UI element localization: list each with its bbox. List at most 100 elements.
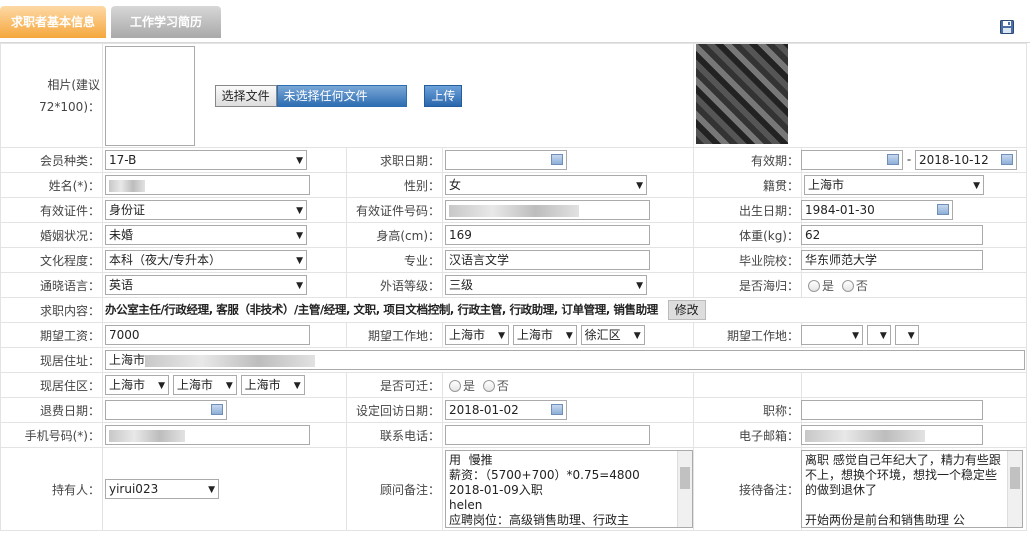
weight-label: 体重(kg)：	[693, 222, 802, 248]
lang-level-label: 外语等级：	[346, 272, 443, 298]
birth-label: 出生日期：	[693, 197, 802, 223]
tab-basic-info[interactable]: 求职者基本信息	[0, 6, 106, 38]
lang-level-select[interactable]: 三级	[445, 275, 647, 295]
phone-input[interactable]	[445, 425, 650, 445]
file-name-text: 未选择任何文件	[276, 84, 407, 107]
reception-note-scrollbar[interactable]	[1007, 451, 1022, 527]
candidate-form: 相片(建议72*100)： 选择文件 未选择任何文件 上传 会员种类： 17-B …	[0, 43, 1027, 531]
choose-file-button[interactable]: 选择文件	[214, 84, 277, 107]
education-label: 文化程度：	[0, 247, 103, 273]
district-city-select[interactable]: 上海市	[172, 375, 237, 395]
refund-date-input[interactable]	[105, 400, 227, 420]
district-label: 现居住区：	[0, 372, 103, 398]
work-place2-city-select[interactable]	[801, 325, 863, 345]
valid-period-dash: -	[906, 152, 912, 167]
major-label: 专业：	[346, 247, 443, 273]
row-language: 通晓语言： 英语 外语等级： 三级 是否海归： 是 否	[0, 272, 1027, 298]
district-area-select[interactable]: 上海市	[240, 375, 305, 395]
upload-button[interactable]: 上传	[424, 84, 463, 107]
consultant-note-textarea[interactable]: 用 慢推 薪资：（5700+700）*0.75=4800 2018-01-09入…	[445, 450, 693, 528]
revisit-date-label: 设定回访日期：	[346, 397, 443, 423]
photo-label: 相片(建议72*100)：	[0, 43, 103, 148]
overseas-yes-radio[interactable]	[808, 280, 820, 292]
photo-preview-empty	[105, 45, 195, 146]
overseas-yes-text: 是	[822, 278, 835, 293]
native-label: 籍贯：	[693, 172, 802, 198]
reception-note-text: 离职 感觉自己年纪大了，精力有些跟不上，想换个环境，想找一个稳定些的做到退休了 …	[805, 453, 1001, 527]
school-input[interactable]: 华东师范大学	[801, 250, 983, 270]
save-icon[interactable]	[1000, 20, 1014, 34]
work-place2-label: 期望工作地：	[693, 322, 802, 348]
relocate-label: 是否可迁：	[346, 372, 443, 398]
holder-select[interactable]: yirui023	[105, 479, 219, 499]
valid-from-input[interactable]	[801, 150, 903, 170]
consultant-note-scrollbar[interactable]	[677, 451, 692, 527]
title-label: 职称：	[693, 397, 802, 423]
work-city-select[interactable]: 上海市	[445, 325, 509, 345]
mobile-label: 手机号码(*)：	[0, 422, 103, 448]
school-label: 毕业院校：	[693, 247, 802, 273]
height-label: 身高(cm)：	[346, 222, 443, 248]
row-contact: 手机号码(*)： 联系电话： 电子邮箱：	[0, 422, 1027, 448]
row-salary: 期望工资： 7000 期望工作地： 上海市 上海市 徐汇区 期望工作地：	[0, 322, 1027, 348]
member-type-label: 会员种类：	[0, 147, 103, 173]
id-number-label: 有效证件号码：	[346, 197, 443, 223]
id-number-input[interactable]	[445, 200, 650, 220]
id-type-select[interactable]: 身份证	[105, 200, 307, 220]
reception-note-label: 接待备注：	[693, 447, 802, 531]
work-place2-city2-select[interactable]	[866, 325, 891, 345]
marital-label: 婚姻状况：	[0, 222, 103, 248]
overseas-no-text: 否	[855, 278, 868, 293]
holder-label: 持有人：	[0, 447, 103, 531]
work-place2-district-select[interactable]	[894, 325, 919, 345]
relocate-no-radio[interactable]	[482, 380, 495, 392]
job-content-label: 求职内容：	[0, 297, 103, 323]
title-input[interactable]	[801, 400, 983, 420]
row-district: 现居住区： 上海市 上海市 上海市 是否可迁： 是 否	[0, 372, 1027, 398]
photo-row: 相片(建议72*100)： 选择文件 未选择任何文件 上传	[0, 43, 1027, 148]
gender-label: 性别：	[346, 172, 443, 198]
row-address: 现居住址： 上海市	[0, 347, 1027, 373]
work-city2-select[interactable]: 上海市	[512, 325, 577, 345]
relocate-no-text: 否	[496, 378, 509, 393]
row-marital: 婚姻状况： 未婚 身高(cm)： 169 体重(kg)： 62	[0, 222, 1027, 248]
email-label: 电子邮箱：	[693, 422, 802, 448]
consultant-note-label: 顾问备注：	[346, 447, 443, 531]
consultant-note-text: 用 慢推 薪资：（5700+700）*0.75=4800 2018-01-09入…	[449, 453, 640, 527]
revisit-date-input[interactable]: 2018-01-02	[445, 400, 567, 420]
salary-input[interactable]: 7000	[105, 325, 310, 345]
weight-input[interactable]: 62	[801, 225, 983, 245]
reception-note-textarea[interactable]: 离职 感觉自己年纪大了，精力有些跟不上，想换个环境，想找一个稳定些的做到退休了 …	[801, 450, 1023, 528]
job-content-text: 办公室主任/行政经理, 客服（非技术）/主管/经理, 文职, 项目文档控制, 行…	[105, 302, 658, 317]
job-date-input[interactable]	[445, 150, 567, 170]
mobile-input[interactable]	[105, 425, 310, 445]
member-type-select[interactable]: 17-B	[105, 150, 307, 170]
work-district-select[interactable]: 徐汇区	[580, 325, 645, 345]
row-refund: 退费日期： 设定回访日期： 2018-01-02 职称：	[0, 397, 1027, 423]
id-type-label: 有效证件：	[0, 197, 103, 223]
district-province-select[interactable]: 上海市	[105, 375, 169, 395]
address-input[interactable]: 上海市	[105, 350, 1025, 370]
tab-work-study-resume[interactable]: 工作学习简历	[111, 6, 221, 38]
address-label: 现居住址：	[0, 347, 103, 373]
phone-label: 联系电话：	[346, 422, 443, 448]
valid-to-input[interactable]: 2018-10-12	[915, 150, 1017, 170]
marital-select[interactable]: 未婚	[105, 225, 307, 245]
language-select[interactable]: 英语	[105, 275, 307, 295]
name-input[interactable]	[105, 175, 310, 195]
modify-button[interactable]: 修改	[667, 300, 706, 320]
overseas-no-radio[interactable]	[841, 280, 854, 292]
name-label: 姓名(*)：	[0, 172, 103, 198]
salary-label: 期望工资：	[0, 322, 103, 348]
major-input[interactable]: 汉语言文学	[445, 250, 650, 270]
gender-select[interactable]: 女	[445, 175, 647, 195]
native-select[interactable]: 上海市	[804, 175, 984, 195]
education-select[interactable]: 本科（夜大/专升本）	[105, 250, 307, 270]
email-input[interactable]	[801, 425, 983, 445]
relocate-yes-radio[interactable]	[449, 380, 461, 392]
job-date-label: 求职日期：	[346, 147, 443, 173]
birth-date-input[interactable]: 1984-01-30	[801, 200, 953, 220]
height-input[interactable]: 169	[445, 225, 650, 245]
language-label: 通晓语言：	[0, 272, 103, 298]
row-id: 有效证件： 身份证 有效证件号码： 出生日期： 1984-01-30	[0, 197, 1027, 223]
